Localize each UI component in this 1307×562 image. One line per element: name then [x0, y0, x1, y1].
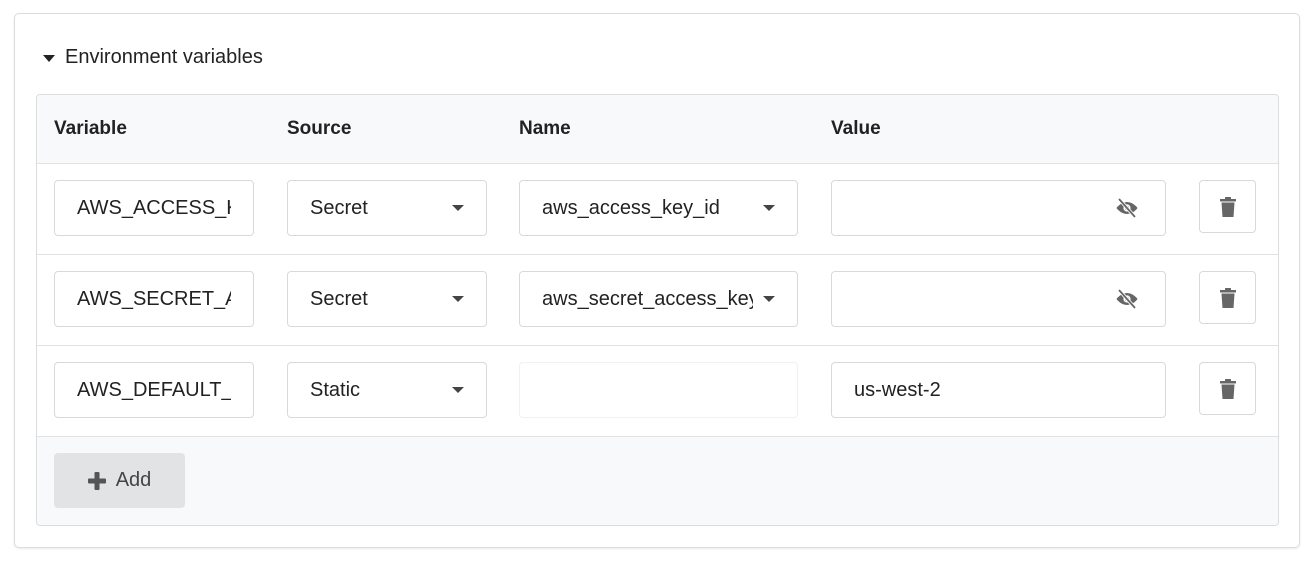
name-value: aws_access_key_id	[542, 196, 720, 219]
chevron-down-icon	[763, 296, 775, 302]
variable-value: AWS_DEFAULT_	[77, 378, 231, 401]
trash-icon	[1219, 378, 1236, 399]
header-value: Value	[831, 118, 881, 139]
name-select[interactable]: aws_access_key_id	[519, 180, 798, 236]
add-variable-button[interactable]: Add	[54, 453, 185, 508]
variable-input[interactable]: AWS_SECRET_A	[54, 271, 254, 327]
variable-input[interactable]: AWS_ACCESS_K	[54, 180, 254, 236]
name-select[interactable]: aws_secret_access_key	[519, 271, 798, 327]
header-name: Name	[519, 118, 571, 139]
value-input[interactable]	[831, 271, 1166, 327]
source-select[interactable]: Secret	[287, 271, 487, 327]
add-label: Add	[115, 469, 152, 491]
eye-slash-icon[interactable]	[1115, 288, 1139, 316]
header-variable: Variable	[54, 118, 127, 139]
source-value: Static	[310, 378, 361, 401]
source-value: Secret	[310, 196, 368, 219]
delete-row-button[interactable]	[1199, 180, 1256, 233]
chevron-down-icon	[452, 387, 464, 393]
table-footer: Add	[37, 437, 1278, 525]
env-vars-card: Environment variables Variable Source Na…	[14, 13, 1300, 548]
section-title: Environment variables	[65, 45, 263, 68]
trash-icon	[1219, 196, 1236, 217]
chevron-down-icon	[452, 205, 464, 211]
name-value: aws_secret_access_key	[542, 287, 753, 310]
variable-value: AWS_SECRET_A	[77, 287, 231, 310]
plus-icon	[87, 471, 106, 490]
source-select[interactable]: Static	[287, 362, 487, 418]
value-input[interactable]	[831, 180, 1166, 236]
table-row: AWS_SECRET_A Secret aws_secret_access_ke…	[37, 255, 1278, 346]
name-input-disabled	[519, 362, 798, 418]
table-row: AWS_ACCESS_K Secret aws_access_key_id	[37, 164, 1278, 255]
source-select[interactable]: Secret	[287, 180, 487, 236]
header-source: Source	[287, 118, 352, 139]
trash-icon	[1219, 287, 1236, 308]
chevron-down-icon	[763, 205, 775, 211]
section-toggle[interactable]: Environment variables	[43, 42, 263, 72]
eye-slash-icon[interactable]	[1115, 197, 1139, 225]
chevron-down-icon	[452, 296, 464, 302]
table-row: AWS_DEFAULT_ Static us-west-2	[37, 346, 1278, 437]
variable-value: AWS_ACCESS_K	[77, 196, 231, 219]
delete-row-button[interactable]	[1199, 362, 1256, 415]
source-value: Secret	[310, 287, 368, 310]
env-vars-table: Variable Source Name Value AWS_ACCESS_K …	[36, 94, 1279, 526]
variable-input[interactable]: AWS_DEFAULT_	[54, 362, 254, 418]
value-input[interactable]: us-west-2	[831, 362, 1166, 418]
value-text: us-west-2	[854, 378, 941, 401]
caret-down-icon	[43, 54, 55, 62]
delete-row-button[interactable]	[1199, 271, 1256, 324]
table-header: Variable Source Name Value	[37, 95, 1278, 164]
